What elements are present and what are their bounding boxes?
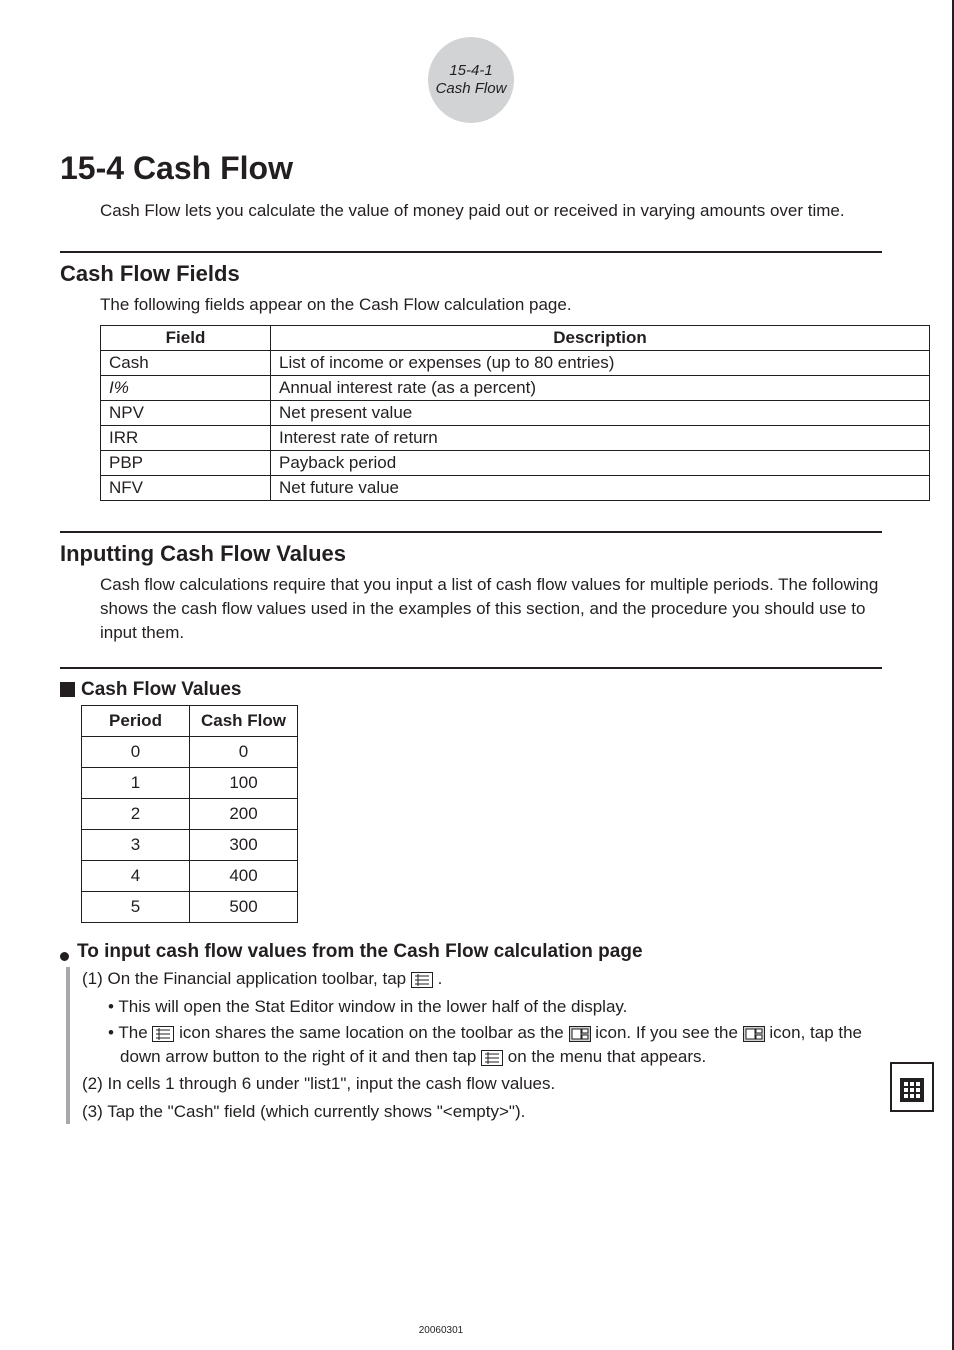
cell: 2 <box>82 799 190 830</box>
divider <box>60 531 882 533</box>
th-desc: Description <box>271 326 930 351</box>
th-cashflow: Cash Flow <box>190 706 298 737</box>
step1-sub2: The icon shares the same location on the… <box>108 1021 882 1069</box>
cell: NPV <box>101 401 271 426</box>
round-bullet-icon <box>60 952 69 961</box>
list-icon <box>411 972 433 988</box>
step-1: (1) On the Financial application toolbar… <box>82 967 882 991</box>
table-row: I%Annual interest rate (as a percent) <box>101 376 930 401</box>
step1-text-a: (1) On the Financial application toolbar… <box>82 969 411 988</box>
table-row: 00 <box>82 737 298 768</box>
cell: 500 <box>190 892 298 923</box>
step-2: (2) In cells 1 through 6 under "list1", … <box>82 1072 882 1096</box>
cell: 0 <box>82 737 190 768</box>
t: icon. If you see the <box>595 1023 742 1042</box>
table-row: 2200 <box>82 799 298 830</box>
cell: I% <box>101 376 271 401</box>
cell: Cash <box>101 351 271 376</box>
cell: List of income or expenses (up to 80 ent… <box>271 351 930 376</box>
cell: 5 <box>82 892 190 923</box>
steps-group: (1) On the Financial application toolbar… <box>66 967 882 1124</box>
footer-date: 20060301 <box>0 1325 882 1336</box>
cell: 4 <box>82 861 190 892</box>
page-title: 15-4 Cash Flow <box>60 150 882 187</box>
cell: 300 <box>190 830 298 861</box>
t: icon shares the same location on the too… <box>179 1023 568 1042</box>
table-row: 1100 <box>82 768 298 799</box>
cell: Payback period <box>271 451 930 476</box>
list-icon <box>481 1050 503 1066</box>
section-input-lead: Cash flow calculations require that you … <box>100 573 882 645</box>
cell: PBP <box>101 451 271 476</box>
table-row: PBPPayback period <box>101 451 930 476</box>
cell: Annual interest rate (as a percent) <box>271 376 930 401</box>
cfv-heading: Cash Flow Values <box>81 679 242 701</box>
list-icon <box>152 1026 174 1042</box>
subheading-row: Cash Flow Values <box>60 679 882 701</box>
table-row: CashList of income or expenses (up to 80… <box>101 351 930 376</box>
section-fields-heading: Cash Flow Fields <box>60 261 882 287</box>
table-row: 4400 <box>82 861 298 892</box>
divider <box>60 251 882 253</box>
step1-text-b: . <box>438 969 443 988</box>
cell: 400 <box>190 861 298 892</box>
table-row: 5500 <box>82 892 298 923</box>
page: 15-4-1 Cash Flow 15-4 Cash Flow Cash Flo… <box>0 0 954 1350</box>
fields-table: Field Description CashList of income or … <box>100 325 930 501</box>
cell: 0 <box>190 737 298 768</box>
calc-icon <box>743 1026 765 1042</box>
header-line2: Cash Flow <box>411 80 531 98</box>
howto-heading-row: To input cash flow values from the Cash … <box>60 941 882 963</box>
t: on the menu that appears. <box>508 1047 706 1066</box>
cell: 200 <box>190 799 298 830</box>
cashflow-values-table: Period Cash Flow 00 1100 2200 3300 4400 … <box>81 705 298 923</box>
step-3: (3) Tap the "Cash" field (which currentl… <box>82 1100 882 1124</box>
th-period: Period <box>82 706 190 737</box>
t: The <box>118 1023 152 1042</box>
section-input-heading: Inputting Cash Flow Values <box>60 541 882 567</box>
page-header-badge: 15-4-1 Cash Flow <box>411 40 531 120</box>
cell: IRR <box>101 426 271 451</box>
calc-icon <box>569 1026 591 1042</box>
table-row: Field Description <box>101 326 930 351</box>
section-fields-lead: The following fields appear on the Cash … <box>100 293 882 317</box>
divider <box>60 667 882 669</box>
cell: Net future value <box>271 476 930 501</box>
th-field: Field <box>101 326 271 351</box>
header-text: 15-4-1 Cash Flow <box>411 40 531 98</box>
table-row: NPVNet present value <box>101 401 930 426</box>
cell: 1 <box>82 768 190 799</box>
cell: 3 <box>82 830 190 861</box>
square-bullet-icon <box>60 682 75 697</box>
table-row: Period Cash Flow <box>82 706 298 737</box>
table-row: 3300 <box>82 830 298 861</box>
cell: Net present value <box>271 401 930 426</box>
intro-text: Cash Flow lets you calculate the value o… <box>100 199 882 223</box>
page-side-keypad-icon <box>890 1062 934 1112</box>
header-line1: 15-4-1 <box>411 62 531 80</box>
cell: NFV <box>101 476 271 501</box>
cell: 100 <box>190 768 298 799</box>
cell: Interest rate of return <box>271 426 930 451</box>
howto-heading: To input cash flow values from the Cash … <box>77 941 643 963</box>
table-row: IRRInterest rate of return <box>101 426 930 451</box>
step1-sub1: This will open the Stat Editor window in… <box>108 995 882 1019</box>
table-row: NFVNet future value <box>101 476 930 501</box>
